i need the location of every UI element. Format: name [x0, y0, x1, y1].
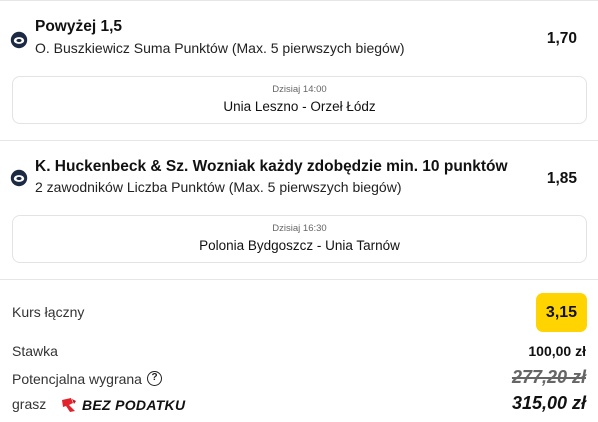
grasz-label: grasz — [12, 396, 47, 412]
tax-free-logo-icon — [62, 398, 76, 412]
stake-label: Stawka — [12, 343, 58, 359]
bet-item: Powyżej 1,5 O. Buszkiewicz Suma Punktów … — [0, 0, 598, 140]
stake-value: 100,00 zł — [528, 343, 586, 359]
total-odds-badge: 3,15 — [536, 293, 587, 332]
bet-item: K. Huckenbeck & Sz. Wozniak każdy zdobęd… — [0, 140, 598, 279]
event-card[interactable]: Dzisiaj 14:00 Unia Leszno - Orzeł Łódz — [12, 76, 587, 124]
bet-market: 2 zawodników Liczba Punktów (Max. 5 pier… — [35, 179, 402, 195]
event-time: Dzisiaj 14:00 — [272, 84, 327, 95]
event-time: Dzisiaj 16:30 — [272, 223, 327, 234]
speedway-icon — [10, 169, 28, 187]
event-teams: Polonia Bydgoszcz - Unia Tarnów — [199, 238, 400, 253]
bet-selection: Powyżej 1,5 — [35, 18, 123, 35]
total-odds-label: Kurs łączny — [12, 304, 85, 320]
bet-odds: 1,85 — [546, 170, 577, 187]
event-card[interactable]: Dzisiaj 16:30 Polonia Bydgoszcz - Unia T… — [12, 215, 587, 263]
tax-free-label: BEZ PODATKU — [82, 397, 186, 413]
tax-free-badge: BEZ PODATKU — [60, 395, 185, 415]
bet-market: O. Buszkiewicz Suma Punktów (Max. 5 pier… — [35, 40, 405, 56]
help-icon[interactable]: ? — [147, 371, 162, 386]
potential-win-label: Potencjalna wygrana — [12, 371, 142, 387]
potential-win-old: 277,20 zł — [511, 367, 586, 387]
potential-win-final: 315,00 zł — [511, 393, 586, 413]
betslip-summary: Kurs łączny 3,15 Stawka 100,00 zł Potenc… — [0, 279, 598, 422]
bet-odds: 1,70 — [546, 30, 577, 47]
speedway-icon — [10, 31, 28, 49]
event-teams: Unia Leszno - Orzeł Łódz — [223, 99, 376, 114]
bet-selection: K. Huckenbeck & Sz. Wozniak każdy zdobęd… — [35, 158, 508, 175]
